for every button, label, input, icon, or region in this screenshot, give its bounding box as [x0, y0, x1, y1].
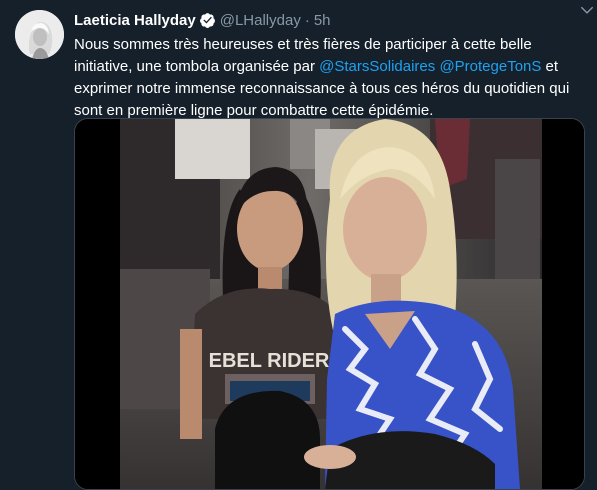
verified-badge-icon: [199, 12, 216, 29]
shirt-print: EBEL RIDER: [209, 350, 330, 372]
more-menu-button[interactable]: [579, 2, 595, 18]
display-name[interactable]: Laeticia Hallyday: [74, 12, 196, 29]
mention-link-stars-solidaires[interactable]: @StarsSolidaires: [319, 58, 435, 75]
tweet[interactable]: Laeticia Hallyday @LHallyday · 5h Nous s…: [0, 0, 597, 490]
avatar-photo: [15, 10, 64, 59]
user-handle[interactable]: @LHallyday: [220, 12, 301, 29]
tweet-video[interactable]: EBEL RIDER: [74, 118, 585, 490]
separator-dot: ·: [304, 11, 310, 29]
tweet-header: Laeticia Hallyday @LHallyday · 5h: [74, 10, 583, 30]
mention-link-protege-tons[interactable]: @ProtegeTonS: [439, 58, 541, 75]
tweet-timestamp[interactable]: 5h: [314, 12, 331, 29]
chevron-down-icon: [581, 6, 593, 14]
avatar[interactable]: [15, 10, 64, 59]
tweet-text: Nous sommes très heureuses et très fière…: [74, 34, 590, 122]
video-frame: EBEL RIDER: [75, 119, 584, 489]
